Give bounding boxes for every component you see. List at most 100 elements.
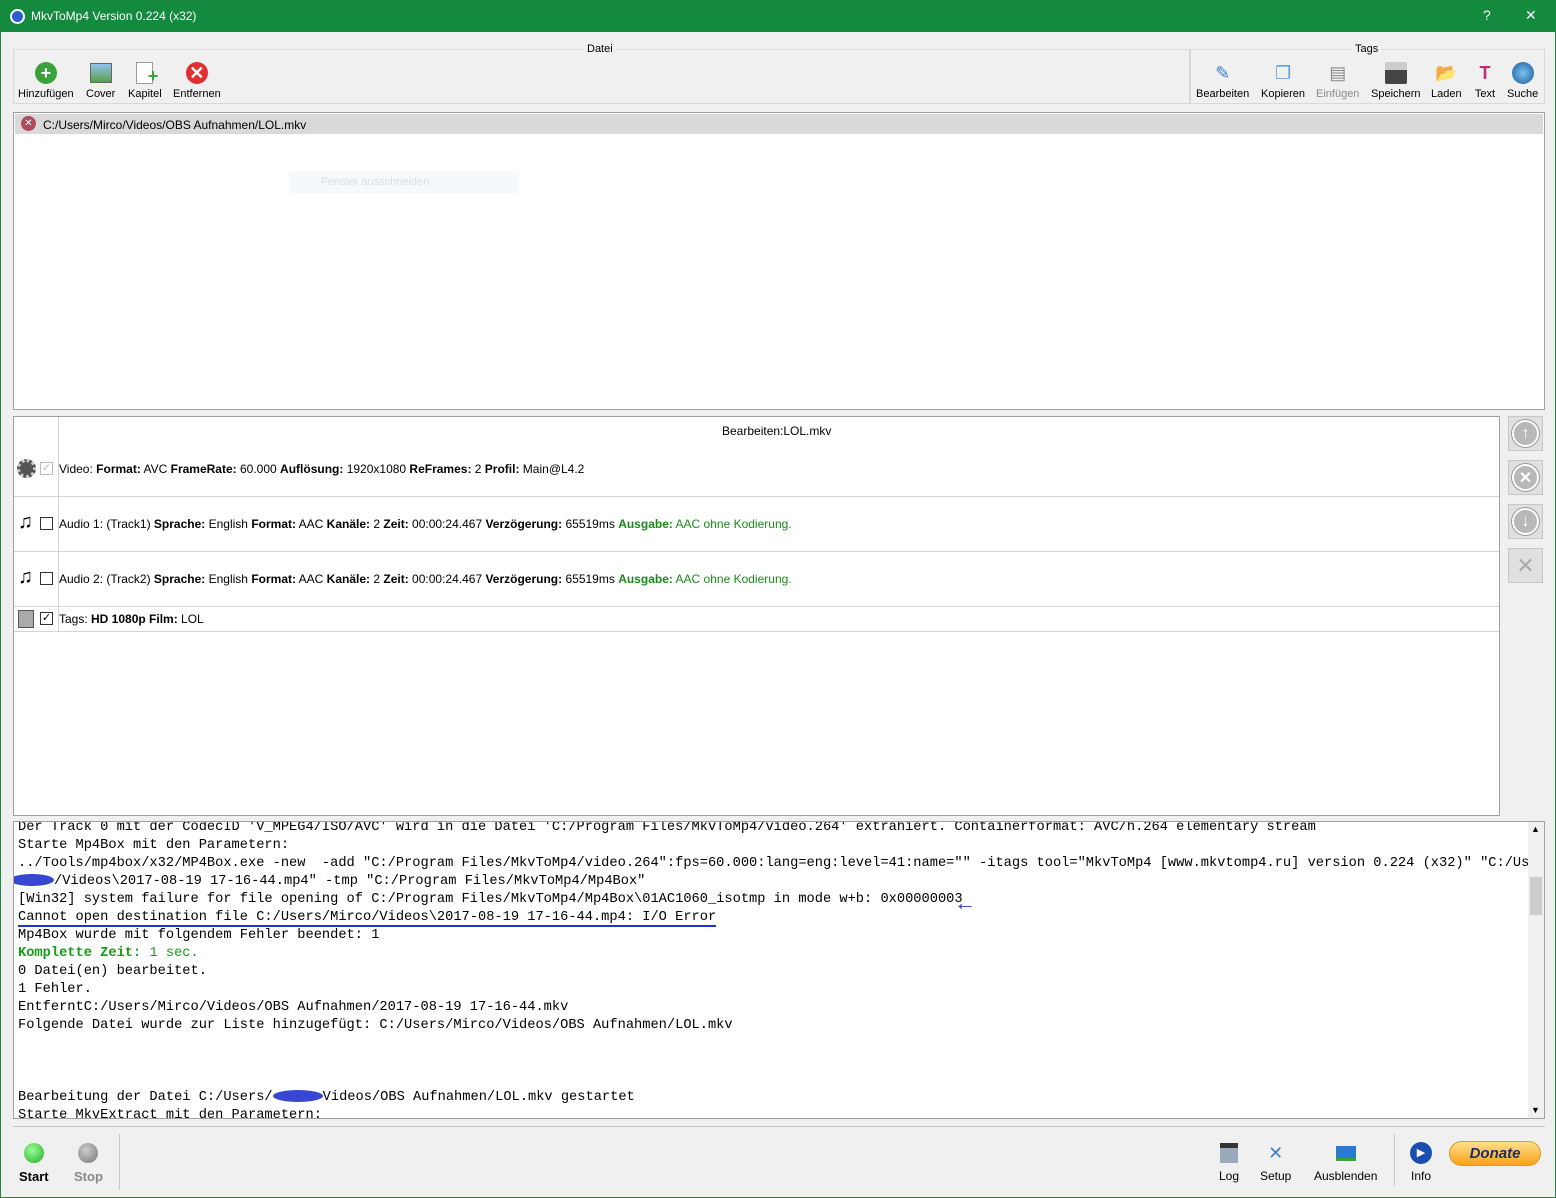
remove-button[interactable]: ✕ Entfernen (173, 61, 221, 100)
log-label: Log (1218, 1169, 1240, 1183)
track-text: Audio 2: (Track2) Sprache: English Forma… (59, 572, 792, 586)
save-icon (1384, 61, 1408, 85)
move-down-button[interactable]: ↓ (1508, 504, 1543, 539)
wrench-screwdriver-icon: ✕ (1268, 1142, 1284, 1163)
log-line: [Win32] system failure for file opening … (18, 892, 963, 907)
play-info-icon: ▶ (1409, 1141, 1433, 1165)
arrow-up-icon: ↑ (1512, 420, 1539, 447)
track-row-tags[interactable]: ✓ Tags: HD 1080p Film: LOL (14, 607, 1499, 632)
tag-save-button[interactable]: Speichern (1371, 61, 1421, 100)
search-globe-icon (1511, 61, 1535, 85)
music-note-icon: ♫ (18, 566, 33, 588)
hide-label: Ausblenden (1314, 1169, 1378, 1183)
info-label: Info (1410, 1169, 1431, 1183)
divider (119, 1134, 120, 1190)
error-icon: ✕ (21, 116, 36, 131)
green-light-icon (22, 1141, 46, 1165)
file-list[interactable]: ✕ C:/Users/Mirco/Videos/OBS Aufnahmen/LO… (13, 112, 1545, 410)
log-line: /Videos\2017-08-19 17-16-44.mp4" -tmp "C… (14, 873, 1544, 891)
log-button[interactable]: Log (1217, 1141, 1241, 1183)
tag-load-label: Laden (1431, 88, 1462, 100)
tag-save-label: Speichern (1371, 88, 1421, 100)
music-note-icon: ♫ (18, 511, 33, 533)
tools-button[interactable]: ✕ (1508, 548, 1543, 583)
remove-track-button[interactable]: ✕ (1508, 460, 1543, 495)
track-text: Video: Format: AVC FrameRate: 60.000 Auf… (59, 462, 585, 476)
chapter-label: Kapitel (128, 88, 162, 100)
chapter-button[interactable]: + Kapitel (128, 61, 162, 100)
redaction-scribble (14, 874, 54, 887)
tag-text-label: Text (1474, 88, 1496, 100)
monitor-download-icon (1334, 1141, 1358, 1165)
hide-button[interactable]: Ausblenden (1314, 1141, 1377, 1183)
track-checkbox[interactable]: ✓ (40, 612, 53, 625)
text-icon: T (1479, 62, 1491, 83)
add-icon: + (34, 61, 58, 85)
track-row-audio-2[interactable]: ♫ Audio 2: (Track2) Sprache: English For… (14, 552, 1499, 607)
close-button[interactable]: ✕ (1525, 7, 1537, 24)
tag-copy-label: Kopieren (1261, 88, 1306, 100)
log-output[interactable]: Der Track 0 mit der CodecID 'V_MPEG4/ISO… (13, 821, 1545, 1119)
divider (1394, 1134, 1395, 1186)
stop-button[interactable]: Stop (74, 1141, 103, 1184)
track-checkbox[interactable]: ✓ (40, 462, 53, 475)
scroll-up-icon[interactable]: ▲ (1531, 824, 1540, 834)
track-row-video[interactable]: ✓ Video: Format: AVC FrameRate: 60.000 A… (14, 442, 1499, 497)
paste-icon: ▤ (1329, 62, 1347, 83)
redaction-scribble (272, 1090, 323, 1103)
image-icon (89, 61, 113, 85)
wrench-icon: ✕ (1516, 552, 1535, 578)
scroll-thumb[interactable] (1530, 877, 1542, 915)
tag-copy-button[interactable]: ❐ Kopieren (1261, 61, 1306, 101)
track-checkbox[interactable] (40, 572, 53, 585)
log-line: 1 Fehler. (18, 982, 92, 997)
log-line: Bearbeitung der Datei C:/Users/Videos/OB… (18, 1090, 635, 1105)
start-button[interactable]: Start (19, 1141, 49, 1184)
track-checkbox[interactable] (40, 517, 53, 530)
film-reel-icon (17, 459, 36, 478)
info-button[interactable]: ▶ Info (1409, 1141, 1433, 1183)
stop-label: Stop (74, 1169, 103, 1184)
scroll-down-icon[interactable]: ▼ (1531, 1105, 1540, 1115)
add-button[interactable]: + Hinzufügen (18, 61, 74, 100)
gray-light-icon (76, 1141, 100, 1165)
pencil-icon: ✎ (1215, 62, 1231, 83)
tag-load-button[interactable]: 📂 Laden (1431, 61, 1462, 101)
tag-text-button[interactable]: T Text (1473, 61, 1497, 101)
remove-label: Entfernen (173, 88, 221, 100)
divider (13, 1126, 1545, 1127)
tag-paste-button[interactable]: ▤ Einfügen (1316, 61, 1359, 101)
remove-icon: ✕ (185, 61, 209, 85)
tag-edit-label: Bearbeiten (1196, 88, 1250, 100)
track-list[interactable]: Bearbeiten:LOL.mkv ✓ Video: Format: AVC … (13, 416, 1500, 816)
move-up-button[interactable]: ↑ (1508, 416, 1543, 451)
datei-group-label: Datei (584, 43, 616, 55)
log-line: EntferntC:/Users/Mirco/Videos/OBS Aufnah… (18, 1000, 569, 1015)
help-button[interactable]: ? (1483, 7, 1491, 23)
tag-search-button[interactable]: Suche (1507, 61, 1538, 100)
log-line: Starte MkvExtract mit den Parametern: (18, 1108, 322, 1119)
close-icon: ✕ (1512, 464, 1539, 491)
setup-button[interactable]: ✕ Setup (1260, 1141, 1292, 1184)
start-label: Start (19, 1169, 49, 1184)
log-line: Starte Mp4Box mit den Parametern: (18, 838, 290, 853)
title-bar: MkvToMp4 Version 0.224 (x32) ? ✕ (1, 1, 1556, 32)
document-add-icon: + (133, 61, 158, 86)
cover-label: Cover (86, 88, 116, 100)
setup-label: Setup (1260, 1169, 1292, 1183)
track-row-audio-1[interactable]: ♫ Audio 1: (Track1) Sprache: English For… (14, 497, 1499, 552)
donate-button[interactable]: Donate (1449, 1141, 1541, 1166)
log-line: Mp4Box wurde mit folgendem Fehler beende… (18, 928, 380, 943)
track-text: Audio 1: (Track1) Sprache: English Forma… (59, 517, 792, 531)
cover-button[interactable]: Cover (86, 61, 115, 100)
file-list-item[interactable]: ✕ C:/Users/Mirco/Videos/OBS Aufnahmen/LO… (15, 114, 1543, 134)
add-label: Hinzufügen (18, 88, 74, 100)
log-icon (1217, 1141, 1241, 1165)
arrow-down-icon: ↓ (1512, 508, 1539, 535)
window-title: MkvToMp4 Version 0.224 (x32) (31, 9, 197, 23)
log-text: Der Track 0 mit der CodecID 'V_MPEG4/ISO… (14, 822, 1544, 1119)
load-icon: 📂 (1435, 62, 1458, 83)
log-scrollbar[interactable]: ▲ ▼ (1528, 822, 1544, 1118)
log-line: Cannot open destination file C:/Users/Mi… (18, 910, 717, 927)
tag-edit-button[interactable]: ✎ Bearbeiten (1196, 61, 1250, 101)
